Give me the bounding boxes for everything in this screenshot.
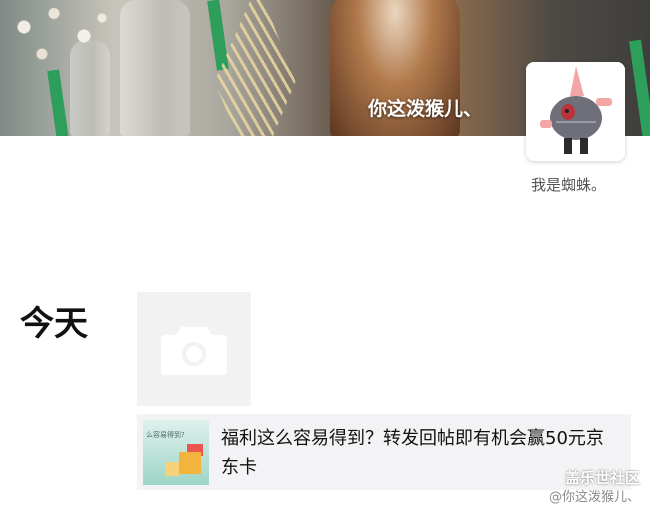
camera-icon: [161, 327, 227, 375]
post-photo-placeholder[interactable]: [137, 292, 251, 406]
watermark-user: @你这泼猴儿、: [548, 490, 640, 505]
cover-straw: [629, 39, 650, 136]
cover-bottle: [70, 40, 110, 136]
avatar[interactable]: [526, 62, 625, 161]
gift-icon: [179, 452, 201, 474]
cover-fern: [214, 0, 296, 136]
shared-link-thumbnail: 么容易得到?: [143, 420, 209, 485]
cover-bottle: [120, 0, 190, 136]
profile-username[interactable]: 你这泼猴儿、: [368, 94, 482, 121]
watermark: 盖乐世社区 @你这泼猴儿、: [549, 468, 640, 508]
gift-icon: [165, 462, 179, 476]
patrick-star-avatar-icon: [526, 62, 625, 161]
watermark-site: 盖乐世社区: [564, 469, 640, 487]
thumbnail-text: 么容易得到?: [146, 431, 185, 439]
feed-date-label: 今天: [20, 304, 88, 344]
profile-signature: 我是蜘蛛。: [531, 176, 607, 194]
